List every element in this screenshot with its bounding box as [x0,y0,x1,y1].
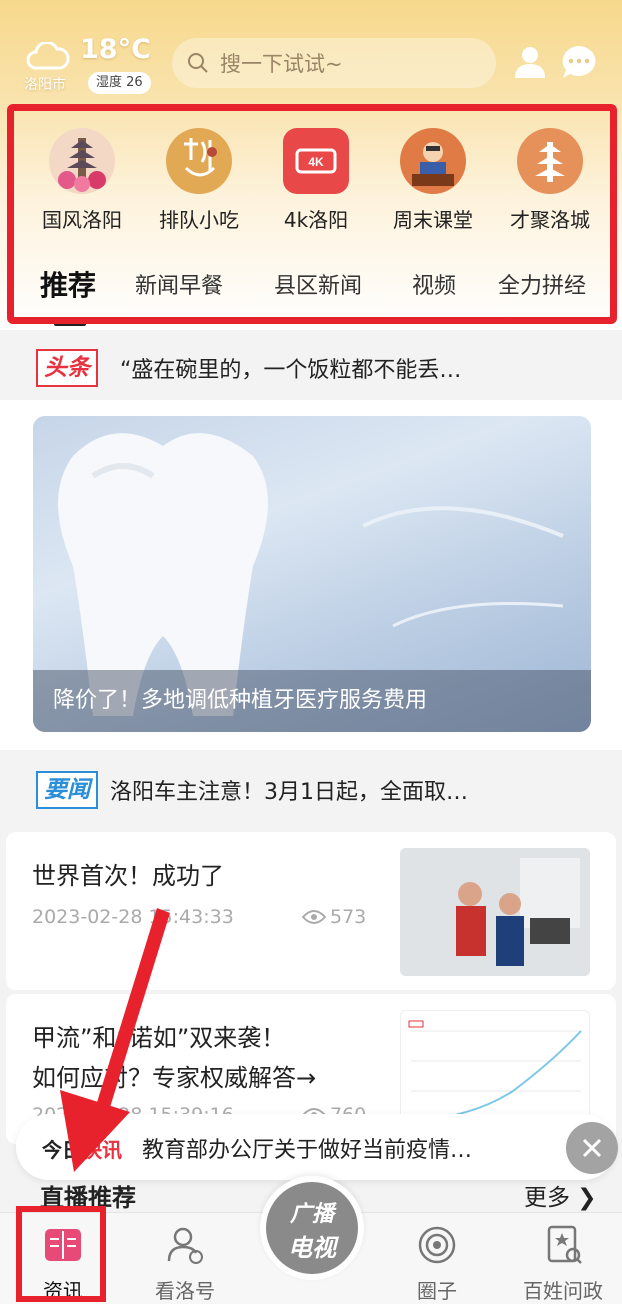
article-title: 世界首次！成功了 [32,862,224,890]
important-news-text: 洛阳车主注意！3月1日起，全面取… [110,780,468,805]
broadcast-tv-button[interactable]: 广播 电视 [260,1176,364,1280]
broadcast-tv-badge: 广播 电视 [266,1182,358,1274]
nav-item-inquiry[interactable]: 百姓问政 [508,1223,618,1304]
annotation-highlight-nav [16,1206,106,1302]
important-news-row[interactable]: 要闻 洛阳车主注意！3月1日起，全面取… [0,754,622,826]
headline-badge: 头条 [36,349,98,387]
important-badge: 要闻 [36,771,98,809]
live-more-label: 更多 [524,1185,570,1211]
cloud-icon [26,42,70,70]
broadcast-label: 广播 [289,1202,334,1227]
nav-item-circle[interactable]: 圈子 [382,1223,492,1304]
eye-icon [302,910,326,924]
user-icon[interactable] [512,44,548,80]
headline-text: “盛在碗里的，一个饭粒都不能丢… [120,358,462,383]
annotation-highlight-box [7,104,617,324]
temperature: 18°C [80,34,151,65]
circle-icon [418,1226,456,1264]
user-badge-icon [167,1227,203,1264]
article-title-line: 甲流”和“诺如”双来袭！ [32,1024,286,1052]
article-date: 2023-02-28 15:43:33 [32,906,234,928]
nav-label: 百姓问政 [523,1279,603,1303]
article-title: 甲流”和“诺如”双来袭！ 如何应对？专家权威解答→ [32,1018,316,1098]
live-more-link[interactable]: 更多 ❯ [524,1178,597,1212]
ticker-tag-today: 今日 [42,1138,82,1162]
headline-row[interactable]: 头条 “盛在碗里的，一个饭粒都不能丢… [0,336,622,400]
search-placeholder: 搜一下试试~ [220,52,343,76]
weather-widget[interactable]: 18°C 洛阳市 湿度 26 [24,34,164,96]
article-item[interactable]: 世界首次！成功了 2023-02-28 15:43:33 573 [6,832,616,990]
article-title-line: 如何应对？专家权威解答→ [32,1064,317,1092]
close-ticker-button[interactable] [566,1122,618,1174]
nav-label: 看洛号 [155,1279,215,1303]
nav-item-kanluo[interactable]: 看洛号 [130,1223,240,1304]
message-icon[interactable] [560,44,598,80]
close-icon [582,1138,602,1158]
tv-label: 电视 [288,1234,336,1262]
nav-label: 圈子 [417,1279,457,1303]
article-thumbnail [400,848,590,976]
ticker-tag-flash: 快讯 [82,1138,122,1162]
article-views: 573 [302,906,366,928]
featured-caption: 降价了！多地调低种植牙医疗服务费用 [33,670,591,732]
news-ticker[interactable]: 今日快讯 教育部办公厅关于做好当前疫情… [16,1114,616,1180]
ticker-text: 教育部办公厅关于做好当前疫情… [142,1138,473,1163]
featured-card[interactable]: 降价了！多地调低种植牙医疗服务费用 [0,400,622,750]
search-bar[interactable]: 搜一下试试~ [172,38,496,88]
city-name: 洛阳市 [24,77,66,93]
search-icon [188,53,208,73]
humidity-badge: 湿度 26 [88,72,151,94]
featured-image: 降价了！多地调低种植牙医疗服务费用 [33,416,591,732]
views-count: 573 [330,906,367,928]
inquiry-icon [547,1225,582,1264]
ticker-tag: 今日快讯 [42,1134,122,1163]
